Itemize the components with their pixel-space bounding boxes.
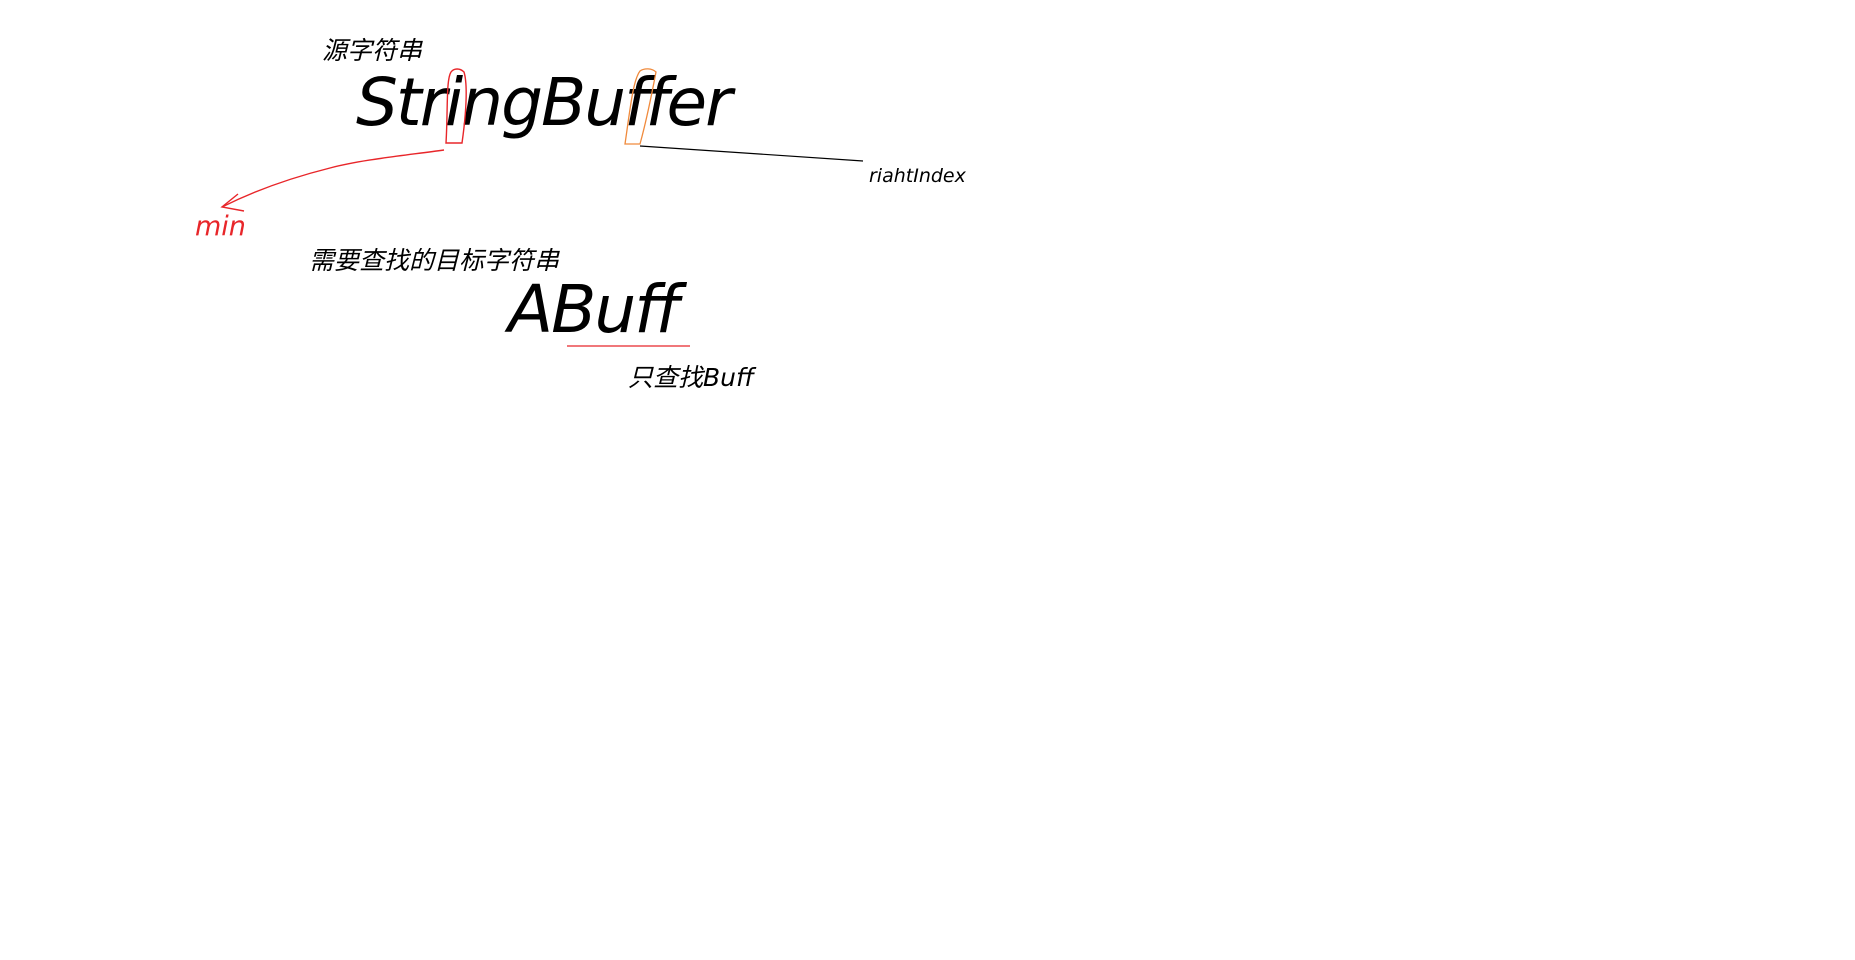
- min-arrow: [221, 149, 445, 208]
- source-string: StringBuffer: [356, 64, 732, 141]
- min-arrowhead: [220, 193, 245, 212]
- only-find-note: 只查找Buff: [628, 363, 755, 392]
- target-string: ABuff: [508, 271, 679, 348]
- annotation-overlay: [220, 68, 864, 347]
- right-index-label: riahtIndex: [869, 165, 966, 187]
- right-index-leader: [639, 145, 864, 162]
- min-label: min: [195, 211, 246, 242]
- target-string-label: 需要查找的目标字符串: [309, 246, 560, 275]
- source-string-label: 源字符串: [322, 36, 423, 65]
